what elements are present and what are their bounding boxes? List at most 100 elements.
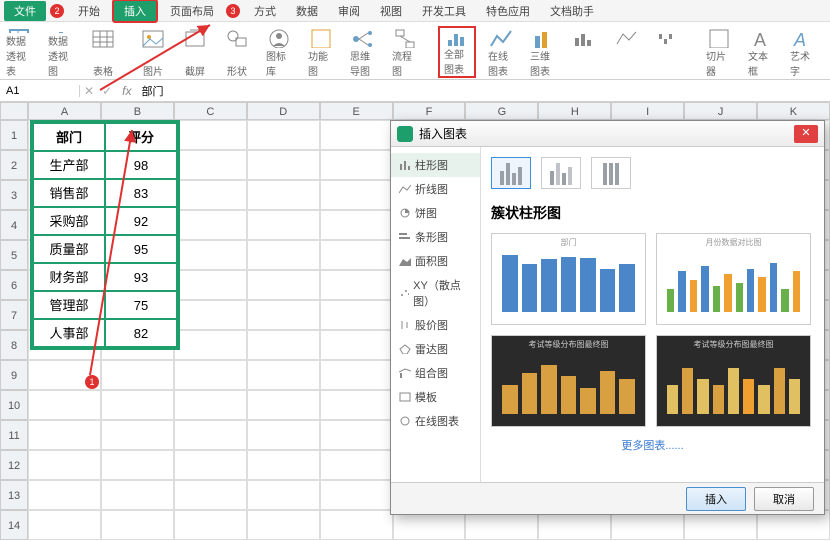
ribbon-flowchart[interactable]: 流程图: [388, 26, 422, 78]
ribbon-mini-2[interactable]: [610, 26, 644, 78]
cell[interactable]: [174, 450, 247, 480]
row-header[interactable]: 10: [0, 390, 28, 420]
cell[interactable]: [174, 360, 247, 390]
cell[interactable]: [174, 510, 247, 540]
cell[interactable]: [247, 270, 320, 300]
more-charts-link[interactable]: 更多图表......: [491, 437, 814, 453]
cell[interactable]: [174, 210, 247, 240]
cell[interactable]: [247, 390, 320, 420]
chart-type-item[interactable]: 面积图: [391, 249, 480, 273]
ribbon-picture[interactable]: 图片: [136, 26, 170, 78]
row-header[interactable]: 12: [0, 450, 28, 480]
row-header[interactable]: 6: [0, 270, 28, 300]
ribbon-mini-3[interactable]: [652, 26, 686, 78]
cell[interactable]: [247, 300, 320, 330]
dialog-titlebar[interactable]: 插入图表 ✕: [391, 121, 824, 147]
cell[interactable]: [247, 480, 320, 510]
tab-data[interactable]: 数据: [288, 1, 326, 21]
chart-variant[interactable]: [491, 157, 531, 189]
cell[interactable]: [101, 510, 174, 540]
file-menu-button[interactable]: 文件: [4, 1, 46, 21]
ribbon-mindmap[interactable]: 思维导图: [346, 26, 380, 78]
cell[interactable]: [320, 150, 393, 180]
row-header[interactable]: 2: [0, 150, 28, 180]
ribbon-feature-chart[interactable]: 功能图: [304, 26, 338, 78]
cell[interactable]: [320, 330, 393, 360]
cell[interactable]: [320, 510, 393, 540]
tab-page-layout[interactable]: 页面布局: [162, 1, 222, 21]
ribbon-slicer[interactable]: 切片器: [702, 26, 736, 78]
cell[interactable]: [247, 180, 320, 210]
chart-thumbnail[interactable]: 部门: [491, 233, 646, 325]
cell[interactable]: [320, 450, 393, 480]
col-header[interactable]: G: [465, 102, 538, 120]
chart-variant[interactable]: [541, 157, 581, 189]
tab-special[interactable]: 特色应用: [478, 1, 538, 21]
cell[interactable]: [247, 120, 320, 150]
cell[interactable]: [247, 450, 320, 480]
chart-type-item[interactable]: 模板: [391, 385, 480, 409]
cell[interactable]: [101, 390, 174, 420]
row-header[interactable]: 4: [0, 210, 28, 240]
ribbon-online-chart[interactable]: 在线图表: [484, 26, 518, 78]
cell[interactable]: [247, 210, 320, 240]
name-box[interactable]: A1: [0, 85, 80, 97]
chart-type-item[interactable]: 柱形图: [391, 153, 480, 177]
cell[interactable]: [28, 510, 101, 540]
cell[interactable]: [320, 270, 393, 300]
cell[interactable]: [247, 150, 320, 180]
tab-home[interactable]: 开始: [70, 1, 108, 21]
cell[interactable]: [247, 420, 320, 450]
cell[interactable]: [320, 360, 393, 390]
cell[interactable]: [174, 390, 247, 420]
ribbon-shapes[interactable]: 形状: [220, 26, 254, 78]
ribbon-mini-1[interactable]: [568, 26, 602, 78]
chart-type-item[interactable]: XY（散点图）: [391, 273, 480, 313]
cell[interactable]: [320, 480, 393, 510]
fbar-confirm-icon[interactable]: ✓: [98, 84, 116, 98]
close-icon[interactable]: ✕: [794, 125, 818, 143]
chart-variant[interactable]: [591, 157, 631, 189]
ribbon-table[interactable]: 表格: [86, 26, 120, 78]
cell[interactable]: [101, 420, 174, 450]
cell[interactable]: [174, 300, 247, 330]
col-header[interactable]: K: [757, 102, 830, 120]
cell[interactable]: [320, 390, 393, 420]
chart-thumbnail[interactable]: 考试等级分布图最终图: [491, 335, 646, 427]
chart-type-item[interactable]: 在线图表: [391, 409, 480, 433]
col-header[interactable]: E: [320, 102, 393, 120]
row-header[interactable]: 3: [0, 180, 28, 210]
cell[interactable]: [174, 330, 247, 360]
tab-formulas[interactable]: 方式: [246, 1, 284, 21]
tab-developer[interactable]: 开发工具: [414, 1, 474, 21]
cell[interactable]: [28, 480, 101, 510]
cell[interactable]: [174, 180, 247, 210]
row-header[interactable]: 5: [0, 240, 28, 270]
row-header[interactable]: 14: [0, 510, 28, 540]
cell[interactable]: [247, 510, 320, 540]
tab-doc-helper[interactable]: 文档助手: [542, 1, 602, 21]
chart-type-item[interactable]: 雷达图: [391, 337, 480, 361]
cancel-button[interactable]: 取消: [754, 487, 814, 511]
row-header[interactable]: 13: [0, 480, 28, 510]
cell[interactable]: [320, 180, 393, 210]
col-header[interactable]: C: [174, 102, 247, 120]
col-header[interactable]: A: [28, 102, 101, 120]
cell[interactable]: [320, 210, 393, 240]
cell[interactable]: [174, 480, 247, 510]
cell[interactable]: [174, 150, 247, 180]
col-header[interactable]: D: [247, 102, 320, 120]
row-header[interactable]: 1: [0, 120, 28, 150]
cell[interactable]: [247, 360, 320, 390]
cell[interactable]: [174, 420, 247, 450]
chart-type-item[interactable]: 股价图: [391, 313, 480, 337]
ribbon-screenshot[interactable]: 截屏: [178, 26, 212, 78]
chart-type-item[interactable]: 条形图: [391, 225, 480, 249]
chart-type-item[interactable]: 饼图: [391, 201, 480, 225]
ribbon-3d-chart[interactable]: 三维图表: [526, 26, 560, 78]
chart-type-item[interactable]: 组合图: [391, 361, 480, 385]
cell[interactable]: [174, 120, 247, 150]
col-header[interactable]: B: [101, 102, 174, 120]
formula-value[interactable]: 部门: [137, 83, 167, 99]
chart-type-item[interactable]: 折线图: [391, 177, 480, 201]
